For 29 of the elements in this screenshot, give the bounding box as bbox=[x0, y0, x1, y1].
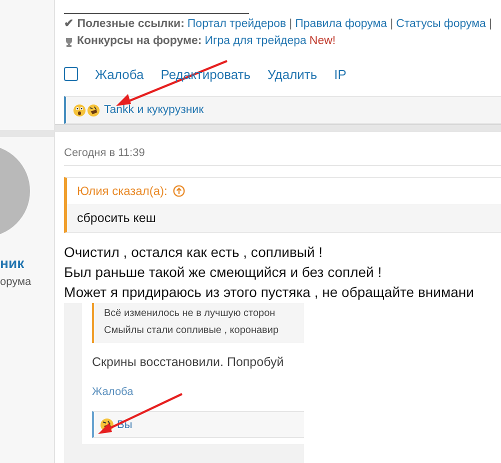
message-line: Был раньше такой же смеющийся и без соплей ! bbox=[64, 263, 383, 282]
author-name[interactable]: ник bbox=[0, 255, 24, 271]
quote-author[interactable]: Юлия сказал(а): bbox=[77, 184, 168, 198]
contest-link[interactable]: Игра для трейдера bbox=[204, 33, 306, 50]
links-label: ✔ Полезные ссылки: bbox=[64, 17, 184, 32]
quote-line: Смыйлы стали сопливые , коронавир bbox=[104, 324, 280, 338]
link-separator: | bbox=[289, 17, 292, 32]
link-separator: | bbox=[390, 17, 394, 32]
post-date[interactable]: Сегодня в 11:39 bbox=[64, 132, 501, 166]
post-action-link[interactable]: Удалить bbox=[268, 66, 318, 82]
new-label: New! bbox=[309, 34, 336, 49]
author-title: орума bbox=[0, 276, 32, 288]
useful-link[interactable]: Правила форума bbox=[295, 16, 388, 33]
useful-link[interactable]: Статусы форума bbox=[396, 16, 486, 33]
reactions-text[interactable]: Tankk и кукурузник bbox=[104, 104, 204, 116]
useful-link[interactable]: Портал трейдеров bbox=[187, 16, 286, 33]
contests-label: Конкурсы на форуме: bbox=[77, 34, 202, 49]
post-action-link[interactable]: Жалоба bbox=[95, 66, 144, 82]
quote-text: сбросить кеш bbox=[77, 211, 156, 225]
message-text: Скрины восстановили. Попробуй bbox=[92, 355, 285, 369]
trophy-icon bbox=[64, 36, 74, 46]
message-line: Очистил , остался как есть , сопливый ! bbox=[64, 243, 324, 262]
laughing-emoji-icon bbox=[87, 104, 100, 116]
select-checkbox[interactable] bbox=[64, 67, 78, 81]
post-action-link[interactable]: IP bbox=[334, 66, 346, 82]
surprised-emoji-icon bbox=[73, 104, 86, 116]
message-line: Может я придираюсь из этого пустяка , не обращайте внимани bbox=[64, 283, 475, 302]
quote-line: Всё изменилось не в лучшую сторон bbox=[104, 307, 276, 321]
link-separator: | bbox=[488, 17, 492, 32]
